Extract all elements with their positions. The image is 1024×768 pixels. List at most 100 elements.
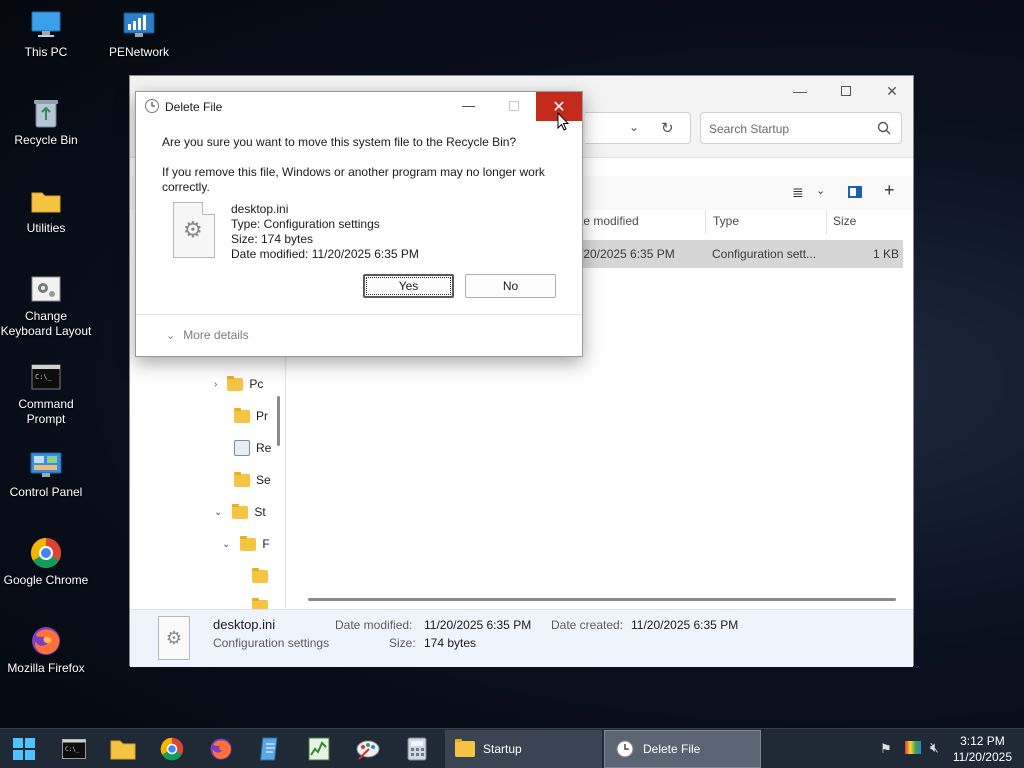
nav-pane-scrollbar[interactable] <box>277 396 280 446</box>
no-button[interactable]: No <box>465 274 556 298</box>
desktop-icon-utilities[interactable]: Utilities <box>0 184 92 236</box>
taskbar-file-explorer[interactable] <box>109 735 137 763</box>
chevron-down-icon[interactable]: ⌄ <box>222 539 230 550</box>
details-file-type: Configuration settings <box>213 636 330 650</box>
more-details-toggle[interactable]: ⌄ More details <box>166 328 249 342</box>
minimize-button[interactable]: — <box>777 76 823 106</box>
column-separator[interactable] <box>705 210 706 234</box>
dialog-file-date-modified: Date modified: 11/20/2025 6:35 PM <box>231 247 419 261</box>
control-panel-icon <box>29 448 63 482</box>
terminal-icon: C:\_ <box>62 739 86 759</box>
view-list-icon[interactable]: ≣ <box>792 184 804 201</box>
nav-item[interactable] <box>252 566 268 586</box>
svg-text:C:\_: C:\_ <box>35 373 53 381</box>
system-clock[interactable]: 3:12 PM 11/20/2025 <box>953 733 1012 765</box>
new-tab-icon[interactable]: + <box>884 180 895 201</box>
desktop-icon-label: Command Prompt <box>18 397 74 426</box>
firefox-icon <box>210 738 232 760</box>
details-pane-icon[interactable] <box>848 186 862 198</box>
desktop-icon-change-keyboard-layout[interactable]: Change Keyboard Layout <box>0 272 92 339</box>
desktop-icon-command-prompt[interactable]: C:\_ Command Prompt <box>0 360 92 427</box>
clock-icon <box>145 99 159 113</box>
windows-logo-icon <box>13 738 35 760</box>
chevron-down-icon[interactable]: ⌄ <box>629 120 639 134</box>
desktop-icon-penetwork[interactable]: PENetwork <box>93 8 185 60</box>
navigation-pane: › Pc Pr Re Se ⌄ St ⌄ F <box>130 356 286 613</box>
firefox-icon <box>29 624 63 658</box>
dialog-file-size: Size: 174 bytes <box>231 232 314 246</box>
nav-item-label: F <box>262 537 270 551</box>
taskbar-paint[interactable] <box>354 735 382 763</box>
volume-muted-icon[interactable]: 🔇︎ <box>930 739 939 756</box>
nav-item[interactable]: ⌄ St <box>214 502 266 522</box>
address-bar[interactable]: ⌄ ↻ <box>585 112 691 144</box>
maximize-button[interactable] <box>823 76 869 106</box>
display-color-icon[interactable] <box>905 741 921 754</box>
desktop-icon-label: Utilities <box>26 221 66 235</box>
taskbar-calculator[interactable] <box>403 735 431 763</box>
desktop-icon-mozilla-firefox[interactable]: Mozilla Firefox <box>0 624 92 676</box>
pane-divider[interactable] <box>285 356 286 608</box>
refresh-icon[interactable]: ↻ <box>661 119 674 137</box>
desktop-icon-label: Recycle Bin <box>14 133 78 147</box>
taskbar-task-startup[interactable]: Startup <box>445 730 602 768</box>
chevron-down-icon[interactable]: ⌄ <box>214 507 222 518</box>
taskbar-firefox[interactable] <box>207 735 235 763</box>
dialog-titlebar[interactable]: Delete File — ✕ <box>136 92 582 121</box>
network-status-icon[interactable]: ⚑ <box>880 741 892 757</box>
svg-text:C:\_: C:\_ <box>65 746 80 753</box>
folder-icon <box>252 567 268 583</box>
nav-item[interactable]: Se <box>234 470 271 490</box>
close-button[interactable]: ✕ <box>869 76 915 106</box>
dialog-divider <box>136 314 582 315</box>
task-label: Delete File <box>643 742 701 756</box>
minimize-button[interactable]: — <box>462 98 475 113</box>
details-date-modified: 11/20/2025 6:35 PM <box>424 618 532 632</box>
chevron-down-icon[interactable]: ⌄ <box>816 184 825 197</box>
taskbar-command-prompt[interactable]: C:\_ <box>60 735 88 763</box>
search-placeholder: Search Startup <box>709 122 790 136</box>
folder-icon <box>227 375 244 391</box>
yes-button[interactable]: Yes <box>363 274 454 298</box>
column-separator[interactable] <box>826 210 827 234</box>
file-date-modified: /20/2025 6:35 PM <box>580 247 675 261</box>
chevron-down-icon: ⌄ <box>166 329 176 342</box>
desktop-icon-this-pc[interactable]: This PC <box>0 8 92 60</box>
desktop-icon-control-panel[interactable]: Control Panel <box>0 448 92 500</box>
nav-item[interactable]: ⌄ F <box>222 534 270 554</box>
maximize-icon <box>841 86 851 96</box>
taskbar-notepad[interactable] <box>256 735 284 763</box>
nav-item-label: Pc <box>249 377 264 391</box>
chrome-icon <box>29 536 63 570</box>
desktop-icon-recycle-bin[interactable]: Recycle Bin <box>0 96 92 148</box>
taskbar-task-manager[interactable] <box>305 735 333 763</box>
nav-item[interactable]: Re <box>234 438 271 458</box>
column-header-size[interactable]: Size <box>833 214 856 234</box>
nav-item[interactable]: › Pc <box>214 374 263 394</box>
chevron-right-icon[interactable]: › <box>214 379 217 390</box>
clock-date: 11/20/2025 <box>952 750 1012 764</box>
nav-item[interactable]: Pr <box>234 406 268 426</box>
taskbar-task-delete-file[interactable]: Delete File <box>604 730 761 768</box>
horizontal-scrollbar[interactable] <box>308 598 896 601</box>
desktop-icon-label: This PC <box>24 45 68 59</box>
details-pane: ⚙ desktop.ini Configuration settings Dat… <box>130 609 913 667</box>
network-icon <box>122 8 156 42</box>
desktop-icon-label: Control Panel <box>9 485 83 499</box>
taskbar-chrome[interactable] <box>158 735 186 763</box>
maximize-button[interactable] <box>509 101 519 111</box>
desktop-icon-google-chrome[interactable]: Google Chrome <box>0 536 92 588</box>
start-button[interactable] <box>10 735 38 763</box>
file-type: Configuration sett... <box>712 247 817 261</box>
task-label: Startup <box>483 742 522 756</box>
column-header-date-modified[interactable]: te modified <box>580 214 639 234</box>
close-icon: ✕ <box>886 82 898 99</box>
details-size-label: Size: <box>389 636 416 650</box>
details-size: 174 bytes <box>424 636 477 650</box>
details-file-name: desktop.ini <box>213 617 276 632</box>
table-row[interactable]: /20/2025 6:35 PM Configuration sett... 1… <box>560 240 903 268</box>
gear-icon: ⚙ <box>183 217 203 242</box>
search-input[interactable]: Search Startup <box>700 112 902 144</box>
column-header-type[interactable]: Type <box>713 214 739 234</box>
folder-icon <box>29 184 63 218</box>
